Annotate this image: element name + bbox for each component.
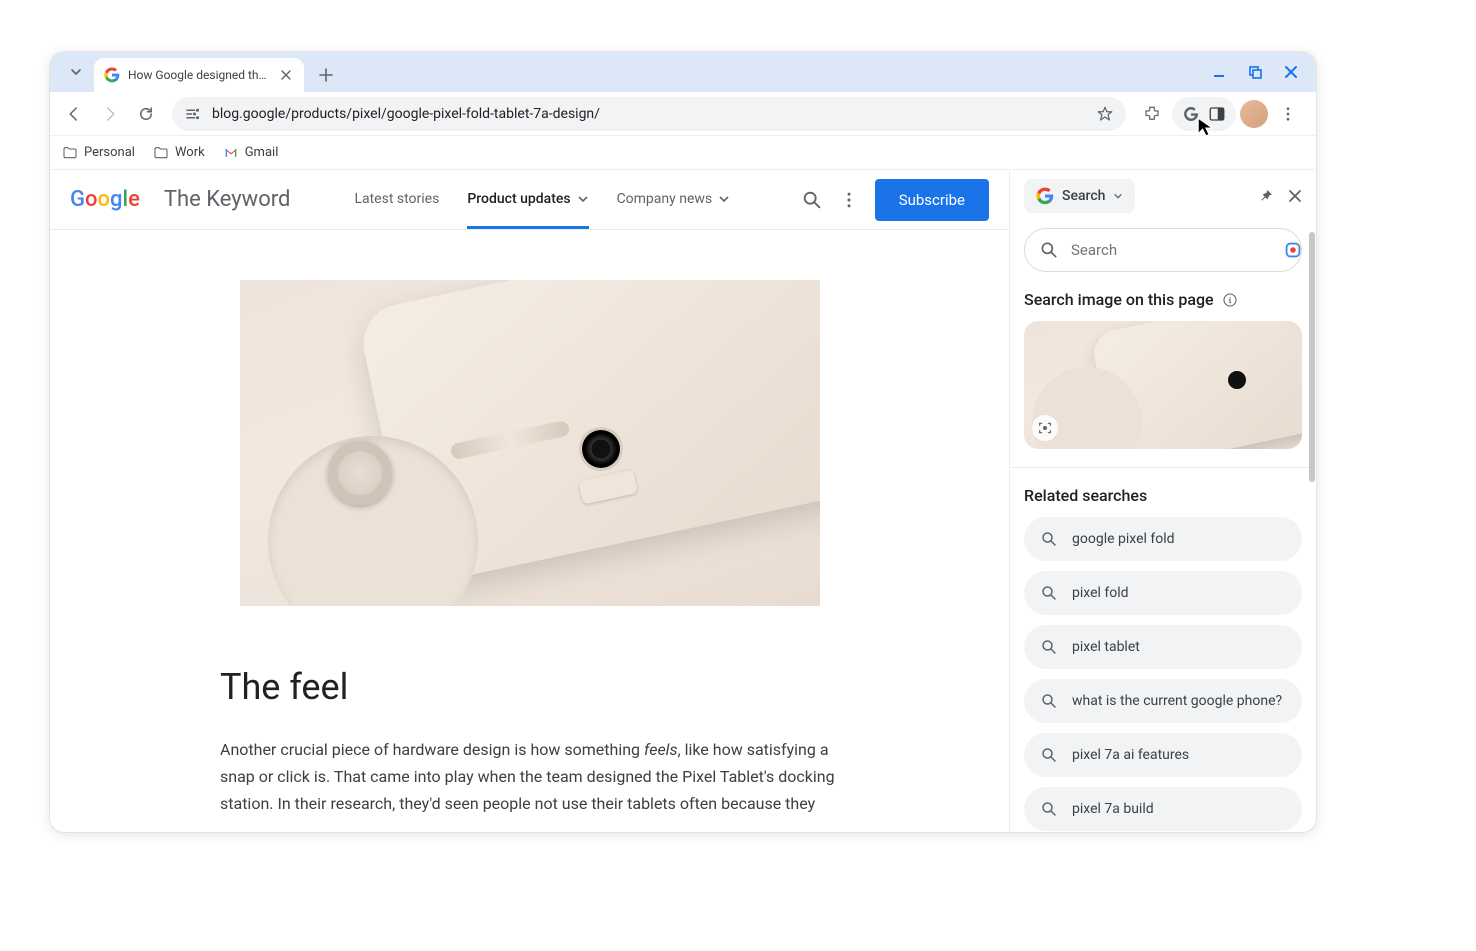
reload-button[interactable] xyxy=(130,98,162,130)
bookmarks-bar: Personal Work Gmail xyxy=(50,136,1316,170)
site-settings-icon[interactable] xyxy=(184,105,202,123)
extensions-button[interactable] xyxy=(1136,98,1168,130)
bookmark-label: Personal xyxy=(84,145,135,160)
url-input[interactable] xyxy=(212,106,1086,122)
bookmark-gmail[interactable]: Gmail xyxy=(223,145,279,161)
google-favicon xyxy=(104,67,120,83)
lens-icon[interactable] xyxy=(1282,239,1304,261)
tab-search-button[interactable] xyxy=(62,58,90,86)
scrollbar[interactable] xyxy=(1309,232,1315,482)
related-search-label: pixel 7a build xyxy=(1072,801,1154,817)
related-search-label: pixel tablet xyxy=(1072,639,1140,655)
gmail-icon xyxy=(223,145,239,161)
close-panel-icon[interactable] xyxy=(1288,189,1302,203)
google-g-icon xyxy=(1036,187,1054,205)
search-icon xyxy=(1040,584,1058,602)
profile-avatar[interactable] xyxy=(1240,100,1268,128)
window-controls xyxy=(1210,52,1308,92)
google-g-icon xyxy=(1182,105,1200,123)
lens-badge-icon xyxy=(1032,415,1058,441)
bookmark-star-icon[interactable] xyxy=(1096,105,1114,123)
minimize-icon[interactable] xyxy=(1210,63,1228,81)
page-image-thumbnail[interactable] xyxy=(1024,321,1302,449)
google-logo: Google xyxy=(70,187,140,212)
related-search-label: google pixel fold xyxy=(1072,531,1175,547)
maximize-icon[interactable] xyxy=(1246,63,1264,81)
search-icon xyxy=(1040,746,1058,764)
site-header: Google The Keyword Latest stories Produc… xyxy=(50,170,1009,230)
search-icon xyxy=(1040,638,1058,656)
site-search-icon[interactable] xyxy=(801,189,823,211)
panel-icon xyxy=(1208,105,1226,123)
close-icon[interactable] xyxy=(1282,63,1300,81)
related-search-item[interactable]: pixel 7a ai features xyxy=(1024,733,1302,777)
forward-button[interactable] xyxy=(94,98,126,130)
article-hero-image xyxy=(240,280,820,606)
bookmark-label: Work xyxy=(175,145,205,160)
chevron-down-icon xyxy=(1113,191,1123,201)
related-search-item[interactable]: pixel 7a build xyxy=(1024,787,1302,831)
tab-title: How Google designed the P xyxy=(128,68,270,82)
related-search-item[interactable]: pixel fold xyxy=(1024,571,1302,615)
back-button[interactable] xyxy=(58,98,90,130)
related-search-item[interactable]: pixel tablet xyxy=(1024,625,1302,669)
site-nav: Latest stories Product updates Company n… xyxy=(354,170,730,229)
side-panel-mode-chip[interactable]: Search xyxy=(1024,179,1135,213)
pin-icon[interactable] xyxy=(1258,188,1274,204)
new-tab-button[interactable] xyxy=(312,61,340,89)
subscribe-button[interactable]: Subscribe xyxy=(875,179,989,221)
section-related: Related searches xyxy=(1024,486,1302,505)
side-panel-body: Search image on this page Related search… xyxy=(1010,222,1316,832)
overflow-menu-button[interactable] xyxy=(1272,98,1304,130)
main-pane: Google The Keyword Latest stories Produc… xyxy=(50,170,1010,832)
article-heading: The feel xyxy=(220,666,839,708)
related-search-label: what is the current google phone? xyxy=(1072,693,1282,709)
info-icon[interactable] xyxy=(1222,292,1238,308)
bookmark-folder-personal[interactable]: Personal xyxy=(62,145,135,161)
chevron-down-icon xyxy=(718,193,730,205)
side-panel: || Search xyxy=(1010,170,1316,832)
tab-active[interactable]: How Google designed the P xyxy=(94,58,304,92)
article-paragraph: Another crucial piece of hardware design… xyxy=(220,736,839,818)
address-bar[interactable] xyxy=(172,97,1126,131)
chevron-down-icon xyxy=(577,193,589,205)
site-overflow-icon[interactable] xyxy=(839,190,859,210)
search-icon xyxy=(1040,530,1058,548)
browser-window: How Google designed the P xyxy=(50,52,1316,832)
related-search-label: pixel fold xyxy=(1072,585,1129,601)
related-search-item[interactable]: google pixel fold xyxy=(1024,517,1302,561)
related-search-item[interactable]: what is the current google phone? xyxy=(1024,679,1302,723)
content-area: Google The Keyword Latest stories Produc… xyxy=(50,170,1316,832)
tab-close-button[interactable] xyxy=(278,67,294,83)
search-icon xyxy=(1040,800,1058,818)
chip-label: Search xyxy=(1062,188,1105,204)
side-panel-toggle[interactable] xyxy=(1172,97,1236,131)
toolbar xyxy=(50,92,1316,136)
section-search-image: Search image on this page xyxy=(1024,290,1302,309)
divider xyxy=(1010,467,1316,468)
side-panel-header: Search xyxy=(1010,170,1316,222)
nav-latest-stories[interactable]: Latest stories xyxy=(354,170,439,229)
nav-company-news[interactable]: Company news xyxy=(617,170,731,229)
side-panel-search[interactable] xyxy=(1024,228,1302,272)
bookmark-folder-work[interactable]: Work xyxy=(153,145,205,161)
related-search-label: pixel 7a ai features xyxy=(1072,747,1189,763)
bookmark-label: Gmail xyxy=(245,145,279,160)
tab-strip: How Google designed the P xyxy=(50,52,1316,92)
side-panel-search-input[interactable] xyxy=(1071,241,1270,259)
nav-product-updates[interactable]: Product updates xyxy=(467,170,588,229)
article-body: The feel Another crucial piece of hardwa… xyxy=(50,230,1009,832)
search-icon xyxy=(1039,240,1059,260)
site-title: The Keyword xyxy=(164,187,291,212)
search-icon xyxy=(1040,692,1058,710)
